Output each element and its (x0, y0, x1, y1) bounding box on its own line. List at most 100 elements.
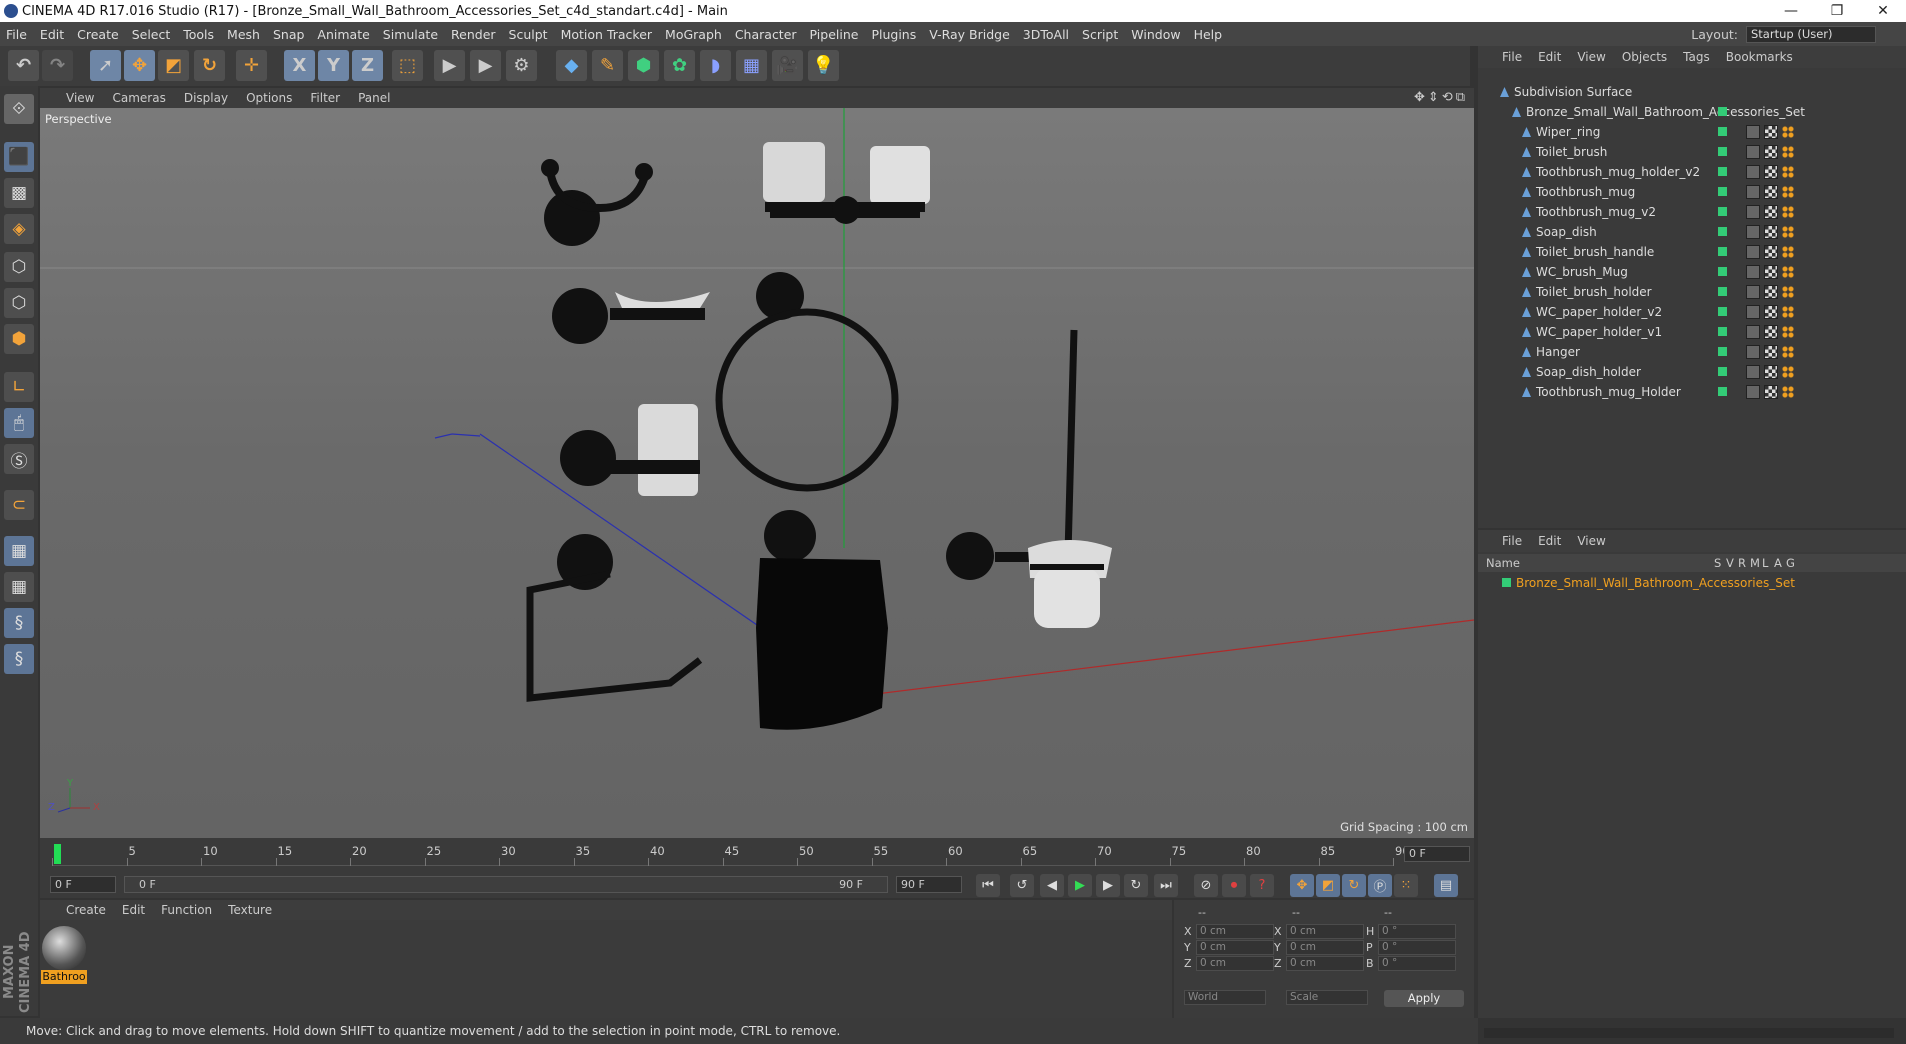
x-axis-button[interactable]: X (284, 50, 315, 81)
mograph-cloner-icon[interactable]: ✿ (664, 50, 695, 81)
texture-mode-icon[interactable]: ▩ (4, 178, 34, 208)
playhead[interactable] (54, 844, 61, 864)
menu-v-ray-bridge[interactable]: V-Ray Bridge (929, 27, 1010, 42)
object-row-wc_brush_mug[interactable]: WC_brush_Mug (1478, 262, 1906, 282)
uvw-tag-icon[interactable] (1782, 326, 1794, 338)
edges-mode-icon[interactable]: ⬡ (4, 288, 34, 318)
viewport-menu-cameras[interactable]: Cameras (112, 91, 165, 105)
menu-mograph[interactable]: MoGraph (665, 27, 722, 42)
keyframe-record-icon[interactable]: ⊘ (1194, 874, 1218, 897)
viewport-menu-view[interactable]: View (66, 91, 94, 105)
coord-field-y-position[interactable]: 0 cm (1196, 940, 1274, 955)
object-row-soap_dish_holder[interactable]: Soap_dish_holder (1478, 362, 1906, 382)
live-select-icon[interactable]: ✛ (236, 50, 267, 81)
solo-mode-icon[interactable]: Ⓢ (4, 444, 34, 474)
objects-menu-file[interactable]: File (1502, 50, 1522, 64)
phong-tag-icon[interactable] (1746, 365, 1760, 379)
viewport-navigation-icons[interactable]: ✥⇕⟲⧉ (1414, 90, 1468, 105)
tweak-mode-icon[interactable]: 🖱 (4, 408, 34, 438)
phong-tag-icon[interactable] (1746, 145, 1760, 159)
y-axis-button[interactable]: Y (318, 50, 349, 81)
spline-pen-icon[interactable]: ✎ (592, 50, 623, 81)
close-button[interactable]: ✕ (1860, 0, 1906, 22)
object-row-toothbrush_mug_holder[interactable]: Toothbrush_mug_Holder (1478, 382, 1906, 402)
phong-tag-icon[interactable] (1746, 225, 1760, 239)
python-icon[interactable]: § (4, 608, 34, 638)
axis-mode-icon[interactable]: ∟ (4, 372, 34, 402)
key-rotation-icon[interactable]: ↻ (1342, 874, 1366, 897)
layout-select[interactable]: Startup (User) (1746, 25, 1876, 43)
z-axis-button[interactable]: Z (352, 50, 383, 81)
menu-plugins[interactable]: Plugins (871, 27, 916, 42)
coord-field-h-rotation[interactable]: 0 ° (1378, 924, 1456, 939)
phong-tag-icon[interactable] (1746, 385, 1760, 399)
rotate-tool-icon[interactable]: ↻ (194, 50, 225, 81)
attributes-menu-file[interactable]: File (1502, 534, 1522, 548)
next-frame-icon[interactable]: ▶ (1096, 874, 1120, 897)
uvw-tag-icon[interactable] (1782, 206, 1794, 218)
objects-menu-bookmarks[interactable]: Bookmarks (1726, 50, 1793, 64)
phong-tag-icon[interactable] (1746, 265, 1760, 279)
deformer-icon[interactable]: ◗ (700, 50, 731, 81)
uvw-tag-icon[interactable] (1782, 226, 1794, 238)
points-mode-icon[interactable]: ⬡ (4, 252, 34, 282)
go-to-end-icon[interactable]: ⏭ (1154, 874, 1178, 897)
coord-field-x-position[interactable]: 0 cm (1196, 924, 1274, 939)
phong-tag-icon[interactable] (1746, 325, 1760, 339)
object-row-toilet_brush[interactable]: Toilet_brush (1478, 142, 1906, 162)
material-name[interactable]: Bathroo (41, 970, 87, 984)
coords-scale-select[interactable]: Scale (1286, 990, 1368, 1005)
prev-key-icon[interactable]: ↺ (1010, 874, 1034, 897)
material-tag-icon[interactable] (1764, 185, 1778, 199)
uvw-tag-icon[interactable] (1782, 346, 1794, 358)
render-settings-icon[interactable]: ⚙ (506, 50, 537, 81)
uvw-tag-icon[interactable] (1782, 306, 1794, 318)
light-icon[interactable]: 💡 (808, 50, 839, 81)
timeline-window-icon[interactable]: ▤ (1434, 874, 1458, 897)
uvw-tag-icon[interactable] (1782, 146, 1794, 158)
attributes-menu-edit[interactable]: Edit (1538, 534, 1561, 548)
minimize-button[interactable]: — (1768, 0, 1814, 22)
play-icon[interactable]: ▶ (1068, 874, 1092, 897)
material-tag-icon[interactable] (1764, 165, 1778, 179)
key-position-icon[interactable]: ✥ (1290, 874, 1314, 897)
uvw-tag-icon[interactable] (1782, 386, 1794, 398)
phong-tag-icon[interactable] (1746, 185, 1760, 199)
menu-motion-tracker[interactable]: Motion Tracker (561, 27, 652, 42)
render-view-icon[interactable]: ▶ (434, 50, 465, 81)
timeline-ruler[interactable]: 051015202530354045505560657075808590 (52, 842, 1410, 866)
material-tag-icon[interactable] (1764, 265, 1778, 279)
menu-simulate[interactable]: Simulate (383, 27, 438, 42)
coord-field-p-rotation[interactable]: 0 ° (1378, 940, 1456, 955)
menu-select[interactable]: Select (132, 27, 171, 42)
menu-render[interactable]: Render (451, 27, 496, 42)
menu-window[interactable]: Window (1131, 27, 1180, 42)
objects-menu-objects[interactable]: Objects (1622, 50, 1667, 64)
coord-field-z-position[interactable]: 0 cm (1196, 956, 1274, 971)
uvw-tag-icon[interactable] (1782, 186, 1794, 198)
timeline[interactable]: 051015202530354045505560657075808590 0 F (40, 838, 1474, 872)
menu-create[interactable]: Create (77, 27, 119, 42)
key-pla-icon[interactable]: ⁙ (1394, 874, 1418, 897)
horizontal-scrollbar[interactable] (1484, 1028, 1894, 1038)
current-frame-field[interactable]: 0 F (1404, 846, 1470, 862)
material-tag-icon[interactable] (1764, 325, 1778, 339)
polygons-mode-icon[interactable]: ⬢ (4, 324, 34, 354)
render-picture-viewer-icon[interactable]: ▶ (470, 50, 501, 81)
menu-help[interactable]: Help (1194, 27, 1223, 42)
phong-tag-icon[interactable] (1746, 285, 1760, 299)
uvw-tag-icon[interactable] (1782, 246, 1794, 258)
make-editable-icon[interactable]: ⟐ (4, 94, 34, 124)
phong-tag-icon[interactable] (1746, 305, 1760, 319)
key-scale-icon[interactable]: ◩ (1316, 874, 1340, 897)
maximize-button[interactable]: ❐ (1814, 0, 1860, 22)
floor-icon[interactable]: ▦ (736, 50, 767, 81)
uvw-tag-icon[interactable] (1782, 126, 1794, 138)
objects-menu-edit[interactable]: Edit (1538, 50, 1561, 64)
layer-row[interactable]: Bronze_Small_Wall_Bathroom_Accessories_S… (1478, 574, 1906, 592)
coord-field-b-rotation[interactable]: 0 ° (1378, 956, 1456, 971)
phong-tag-icon[interactable] (1746, 125, 1760, 139)
workplane-icon[interactable]: ▦ (4, 572, 34, 602)
object-row-toothbrush_mug_holder_v2[interactable]: Toothbrush_mug_holder_v2 (1478, 162, 1906, 182)
object-row-wiper_ring[interactable]: Wiper_ring (1478, 122, 1906, 142)
